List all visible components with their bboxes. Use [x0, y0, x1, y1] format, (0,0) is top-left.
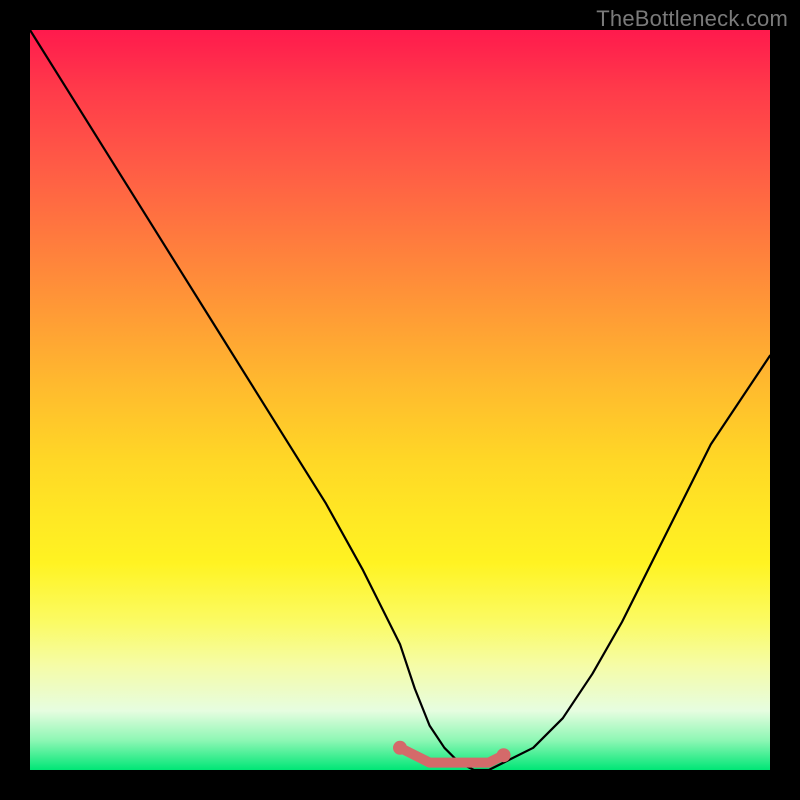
zero-band-end-dot [497, 748, 511, 762]
main-curve [30, 30, 770, 770]
chart-frame: TheBottleneck.com [0, 0, 800, 800]
curve-layer [30, 30, 770, 770]
zero-band-start-dot [393, 741, 407, 755]
watermark-text: TheBottleneck.com [596, 6, 788, 32]
